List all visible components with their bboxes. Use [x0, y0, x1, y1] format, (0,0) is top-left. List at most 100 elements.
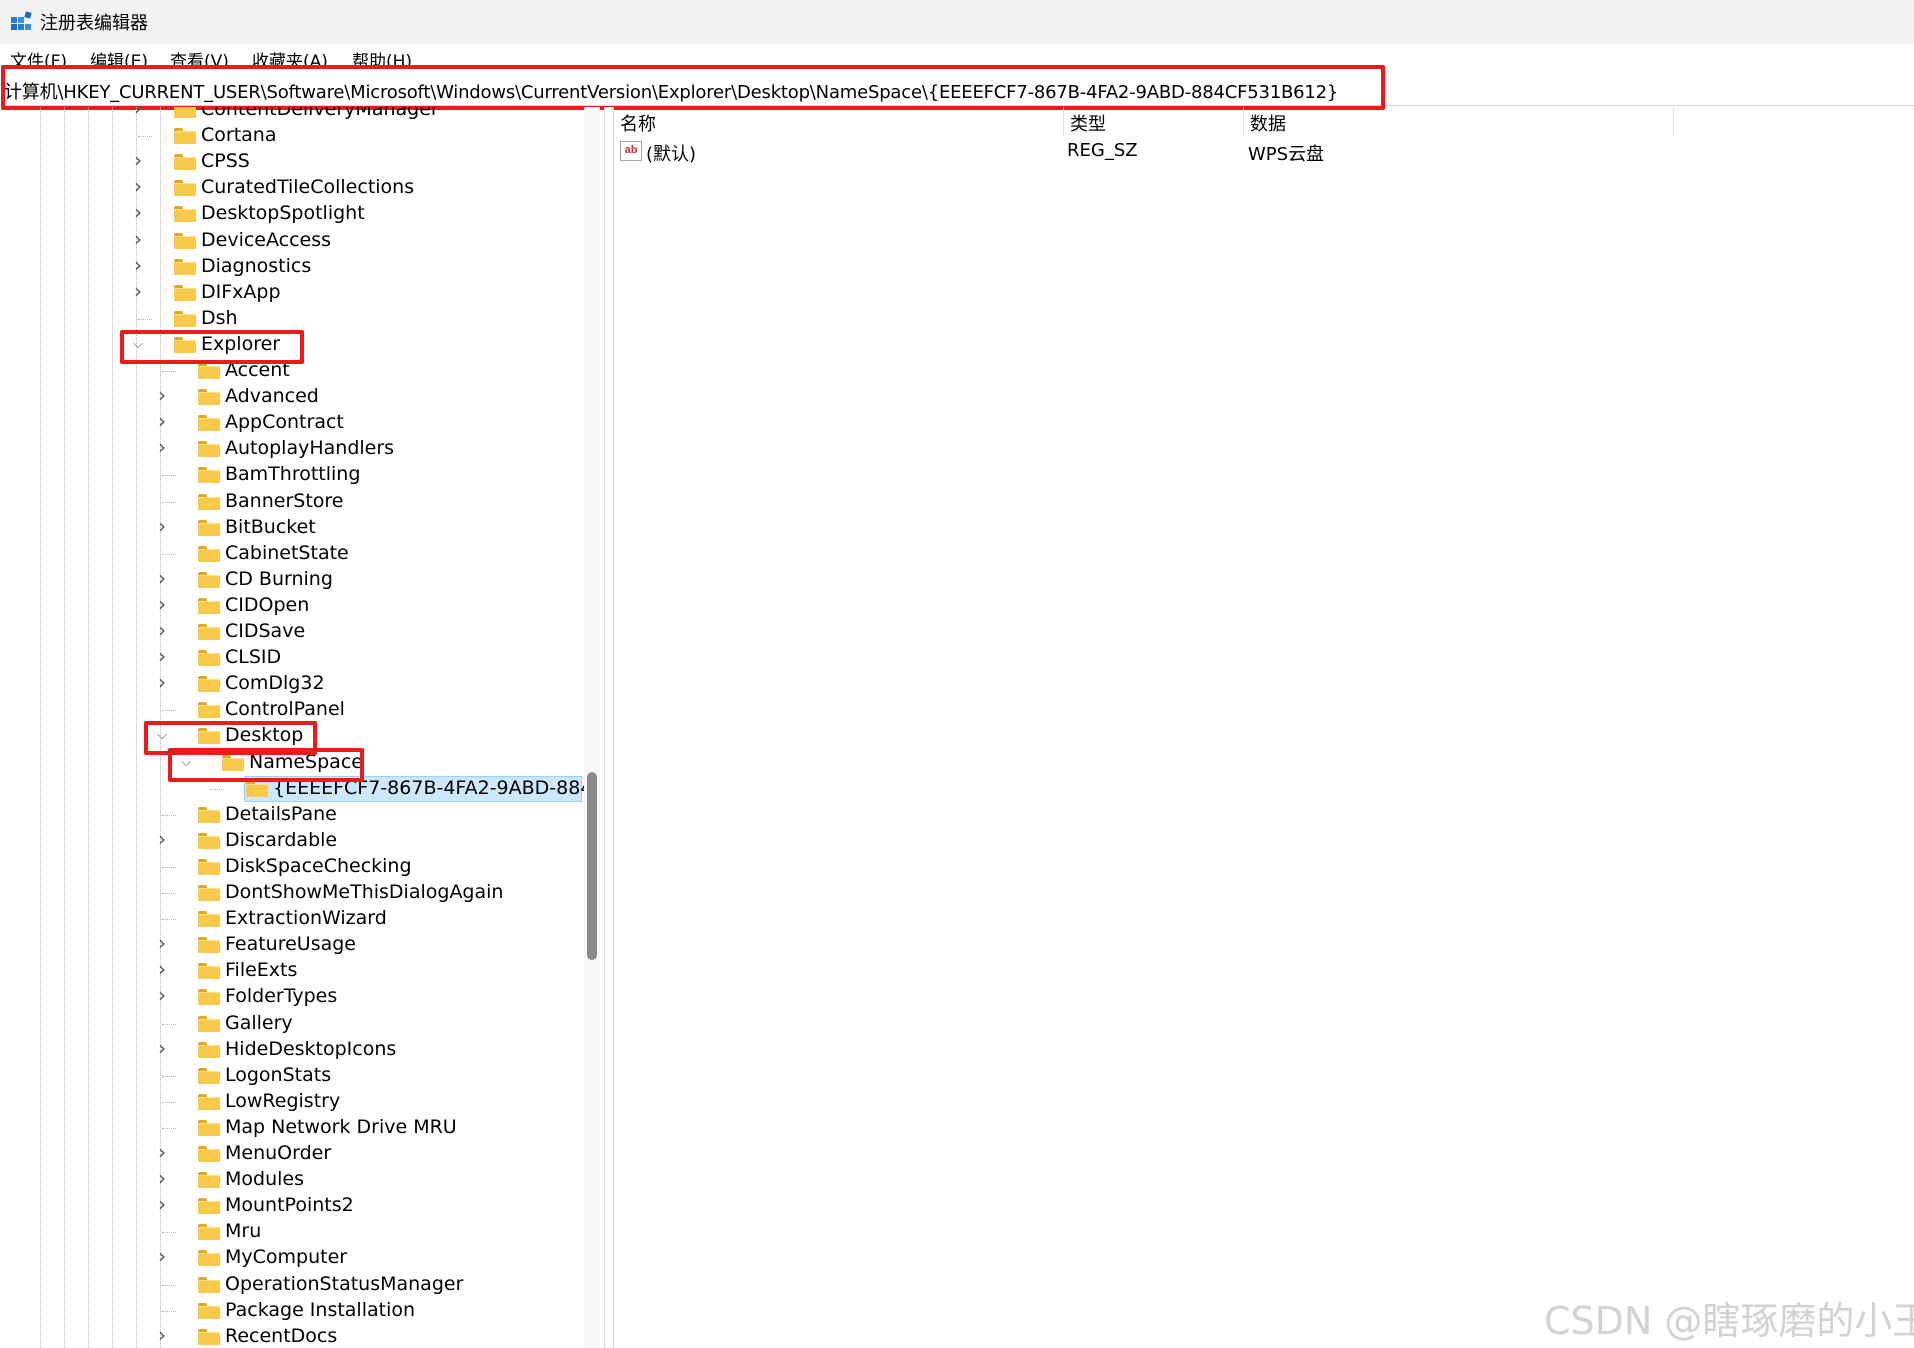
tree-node[interactable]: › ComDlg32 [0, 671, 600, 697]
tree-node[interactable]: › CD Burning [0, 567, 600, 593]
column-header-name[interactable]: 名称 [614, 107, 1064, 136]
tree-scrollbar-track[interactable] [584, 107, 600, 1348]
tree-scrollbar-thumb[interactable] [587, 772, 597, 960]
tree-node[interactable]: Gallery [0, 1011, 600, 1037]
chevron-right-icon[interactable]: › [130, 150, 146, 170]
folder-icon [198, 937, 220, 954]
tree-node[interactable]: › RecentDocs [0, 1324, 600, 1348]
tree-node[interactable]: ControlPanel [0, 697, 600, 723]
tree-node[interactable]: Mru [0, 1219, 600, 1245]
chevron-right-icon[interactable]: › [154, 646, 170, 666]
tree-node[interactable]: › Advanced [0, 384, 600, 410]
tree-node[interactable]: CabinetState [0, 541, 600, 567]
menu-edit[interactable]: 编辑(E) [90, 47, 148, 72]
tree-node[interactable]: DontShowMeThisDialogAgain [0, 880, 600, 906]
tree-node[interactable]: ⌵ NameSpace [0, 750, 600, 776]
tree-node[interactable]: › MountPoints2 [0, 1193, 600, 1219]
tree-node[interactable]: › HideDesktopIcons [0, 1037, 600, 1063]
tree-node[interactable]: › AppContract [0, 410, 600, 436]
tree-node[interactable]: Accent [0, 358, 600, 384]
chevron-right-icon[interactable]: › [154, 1194, 170, 1214]
tree-node[interactable]: › MyComputer [0, 1245, 600, 1271]
chevron-right-icon[interactable]: › [130, 107, 146, 118]
tree-node[interactable]: › CuratedTileCollections [0, 175, 600, 201]
tree-node[interactable]: Map Network Drive MRU [0, 1115, 600, 1141]
chevron-right-icon[interactable]: › [154, 1246, 170, 1266]
tree-node[interactable]: DiskSpaceChecking [0, 854, 600, 880]
chevron-right-icon[interactable]: › [154, 437, 170, 457]
tree-node[interactable]: › CPSS [0, 149, 600, 175]
chevron-down-icon[interactable]: ⌵ [130, 335, 146, 355]
tree-node[interactable]: ⌵ Explorer [0, 332, 600, 358]
chevron-right-icon[interactable]: › [154, 411, 170, 431]
tree-node[interactable]: › DesktopSpotlight [0, 201, 600, 227]
chevron-right-icon[interactable]: › [154, 985, 170, 1005]
value-row[interactable]: ab (默认) REG_SZ WPS云盘 [614, 137, 1914, 165]
tree-node[interactable]: › Modules [0, 1167, 600, 1193]
chevron-right-icon[interactable]: › [154, 1168, 170, 1188]
tree-node[interactable]: BamThrottling [0, 462, 600, 488]
values-pane[interactable]: 名称 类型 数据 ab (默认) REG_SZ WPS云盘 [614, 107, 1914, 1348]
tree-node[interactable]: Dsh [0, 306, 600, 332]
folder-icon [198, 1172, 220, 1189]
chevron-right-icon[interactable]: › [154, 516, 170, 536]
tree-node[interactable]: › FeatureUsage [0, 932, 600, 958]
tree-connector [162, 1127, 176, 1129]
tree-node[interactable]: › FileExts [0, 958, 600, 984]
chevron-right-icon[interactable]: › [130, 229, 146, 249]
pane-splitter[interactable] [604, 107, 614, 1348]
chevron-right-icon[interactable]: › [154, 829, 170, 849]
tree-node[interactable]: › ContentDeliveryManager [0, 107, 600, 123]
address-path[interactable]: 计算机\HKEY_CURRENT_USER\Software\Microsoft… [4, 78, 1338, 104]
chevron-right-icon[interactable]: › [154, 1325, 170, 1345]
tree-node[interactable]: › Discardable [0, 828, 600, 854]
menu-favorites[interactable]: 收藏夹(A) [252, 47, 328, 72]
address-bar[interactable]: 计算机\HKEY_CURRENT_USER\Software\Microsoft… [0, 72, 1914, 106]
tree-node[interactable]: LogonStats [0, 1063, 600, 1089]
chevron-right-icon[interactable]: › [154, 594, 170, 614]
chevron-right-icon[interactable]: › [130, 281, 146, 301]
tree-node[interactable]: BannerStore [0, 489, 600, 515]
folder-icon [174, 310, 196, 327]
tree-node[interactable]: OperationStatusManager [0, 1272, 600, 1298]
menu-file[interactable]: 文件(F) [10, 47, 67, 72]
tree-node[interactable]: › FolderTypes [0, 984, 600, 1010]
column-header-type[interactable]: 类型 [1064, 107, 1244, 136]
tree-node[interactable]: ⌵ Desktop [0, 723, 600, 749]
value-type: REG_SZ [1067, 140, 1138, 161]
key-tree-pane[interactable]: › ContentDeliveryManager Cortana › CPSS › Cura… [0, 107, 600, 1348]
chevron-down-icon[interactable]: ⌵ [154, 726, 170, 746]
chevron-right-icon[interactable]: › [130, 202, 146, 222]
tree-node[interactable]: › Diagnostics [0, 254, 600, 280]
chevron-right-icon[interactable]: › [154, 620, 170, 640]
tree-node[interactable]: › CIDOpen [0, 593, 600, 619]
chevron-down-icon[interactable]: ⌵ [178, 753, 194, 773]
menu-view[interactable]: 查看(V) [170, 47, 229, 72]
tree-node-label: ControlPanel [225, 698, 345, 721]
tree-node[interactable]: LowRegistry [0, 1089, 600, 1115]
tree-node[interactable]: › DIFxApp [0, 280, 600, 306]
tree-node[interactable]: Cortana [0, 123, 600, 149]
tree-node[interactable]: DetailsPane [0, 802, 600, 828]
chevron-right-icon[interactable]: › [154, 672, 170, 692]
tree-node[interactable]: ExtractionWizard [0, 906, 600, 932]
chevron-right-icon[interactable]: › [154, 933, 170, 953]
chevron-right-icon[interactable]: › [154, 1038, 170, 1058]
menu-help[interactable]: 帮助(H) [352, 47, 412, 72]
chevron-right-icon[interactable]: › [154, 568, 170, 588]
chevron-right-icon[interactable]: › [154, 1142, 170, 1162]
tree-node[interactable]: › BitBucket [0, 515, 600, 541]
column-header-data[interactable]: 数据 [1244, 107, 1674, 136]
tree-node[interactable]: Package Installation [0, 1298, 600, 1324]
tree-node[interactable]: {EEEEFCF7-867B-4FA2-9ABD-884C [0, 775, 600, 802]
tree-node[interactable]: › CIDSave [0, 619, 600, 645]
tree-node-label: DeviceAccess [201, 228, 332, 251]
chevron-right-icon[interactable]: › [130, 255, 146, 275]
chevron-right-icon[interactable]: › [154, 959, 170, 979]
tree-node[interactable]: › MenuOrder [0, 1141, 600, 1167]
tree-node[interactable]: › AutoplayHandlers [0, 436, 600, 462]
tree-node[interactable]: › CLSID [0, 645, 600, 671]
chevron-right-icon[interactable]: › [154, 385, 170, 405]
tree-node[interactable]: › DeviceAccess [0, 228, 600, 254]
chevron-right-icon[interactable]: › [130, 176, 146, 196]
